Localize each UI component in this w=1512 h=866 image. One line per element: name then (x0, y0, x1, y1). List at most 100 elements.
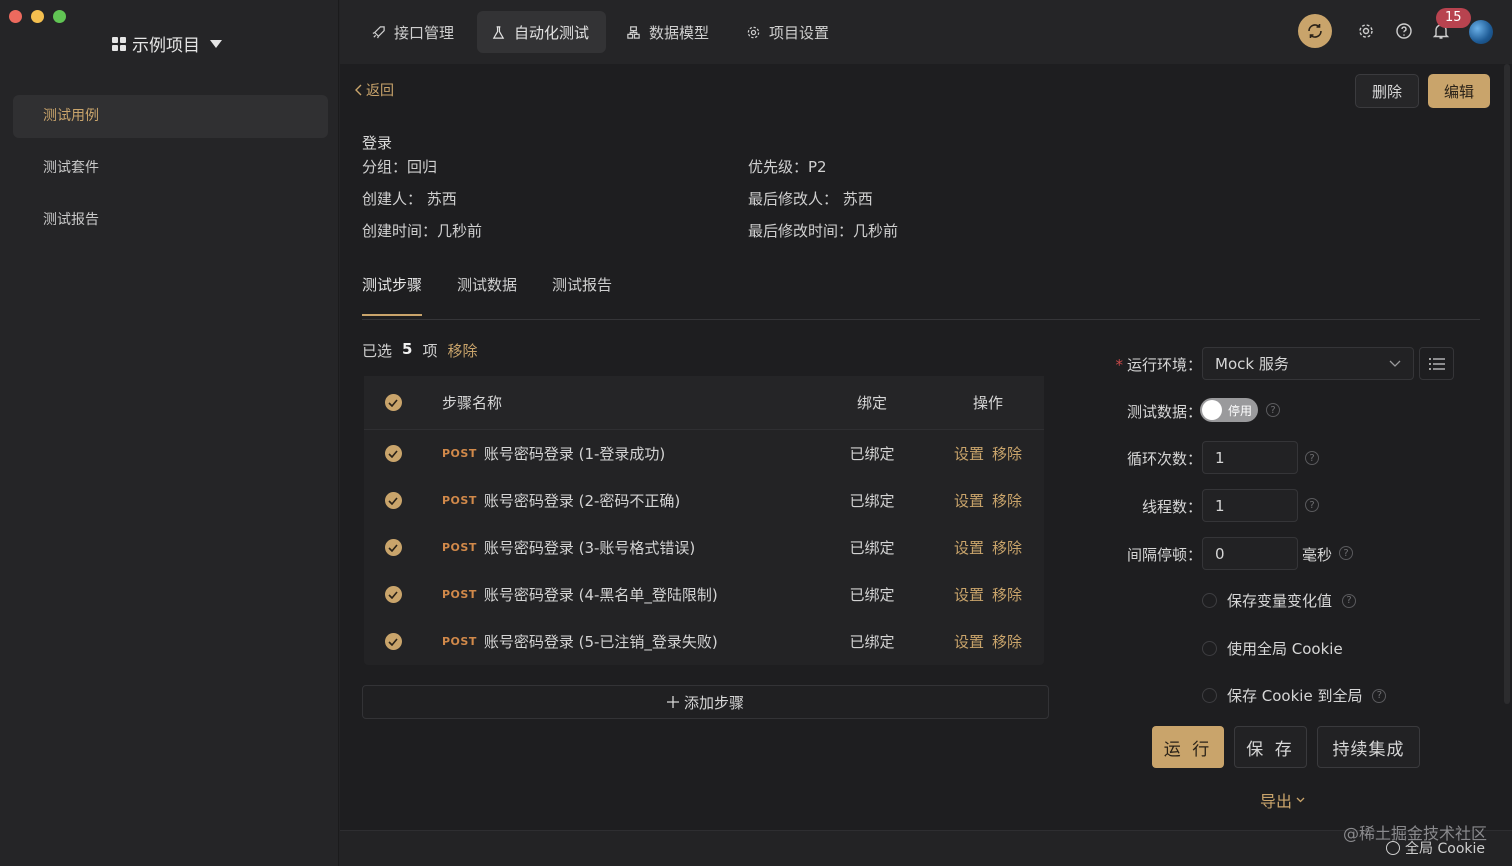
case-modified-time: 最后修改时间：几秒前 (748, 222, 899, 240)
nav-tab-automation-testing[interactable]: 自动化测试 (477, 11, 607, 53)
row-checkbox[interactable] (384, 539, 402, 556)
sidebar-item-test-suites[interactable]: 测试套件 (13, 147, 328, 190)
sidebar-item-test-cases[interactable]: 测试用例 (13, 95, 328, 138)
remove-selected-link[interactable]: 移除 (447, 340, 477, 361)
save-cookie-checkbox[interactable] (1202, 688, 1217, 703)
step-remove-link[interactable]: 移除 (992, 584, 1022, 605)
step-settings-link[interactable]: 设置 (954, 443, 984, 464)
bind-status: 已绑定 (849, 633, 895, 651)
help-icon[interactable]: ? (1372, 688, 1387, 703)
sidebar-item-test-reports[interactable]: 测试报告 (13, 199, 328, 242)
project-switcher[interactable]: 示例项目 (112, 31, 222, 56)
nav-tab-data-model[interactable]: 数据模型 (612, 11, 726, 53)
env-select[interactable]: Mock 服务 (1202, 347, 1414, 380)
env-list-button[interactable] (1419, 347, 1454, 380)
run-button[interactable]: 运 行 (1152, 726, 1224, 768)
bind-status: 已绑定 (849, 445, 895, 463)
threads-input[interactable]: 1 (1202, 489, 1298, 522)
save-vars-checkbox[interactable] (1202, 593, 1217, 608)
nav-tab-project-settings[interactable]: 项目设置 (732, 11, 846, 53)
row-checkbox[interactable] (384, 445, 402, 462)
nav-tab-api-management[interactable]: 接口管理 (357, 11, 471, 53)
export-dropdown[interactable]: 导出 (1260, 788, 1305, 812)
testdata-toggle[interactable]: 停用 (1200, 398, 1258, 422)
loops-input[interactable]: 1 (1202, 441, 1298, 474)
header-bind: 绑定 (856, 394, 887, 412)
chevron-down-icon (1296, 797, 1305, 803)
scrollbar[interactable] (1504, 64, 1510, 704)
step-name: 账号密码登录 (1-登录成功) (483, 445, 666, 463)
select-all-checkbox[interactable] (384, 394, 402, 411)
env-label: * 运行环境： (1115, 356, 1202, 374)
check-icon (388, 637, 398, 646)
selection-count: 5 (402, 340, 413, 358)
step-remove-link[interactable]: 移除 (992, 490, 1022, 511)
testdata-label: 测试数据： (1126, 403, 1202, 421)
selection-suffix: 项 (422, 342, 438, 360)
step-settings-link[interactable]: 设置 (954, 584, 984, 605)
plus-icon (666, 696, 679, 708)
step-settings-link[interactable]: 设置 (954, 490, 984, 511)
case-priority: 优先级：P2 (748, 158, 827, 176)
nav-tab-label: 自动化测试 (514, 23, 590, 42)
help-icon[interactable]: ? (1305, 498, 1319, 512)
help-icon[interactable]: ? (1342, 593, 1357, 608)
nav-tabs: 接口管理 自动化测试 数据模型 项目设置 (357, 11, 846, 53)
http-method: POST (442, 588, 477, 601)
tab-test-data[interactable]: 测试数据 (457, 274, 517, 316)
minimize-window-button[interactable] (31, 10, 44, 23)
interval-label: 间隔停顿： (1126, 546, 1202, 564)
row-checkbox[interactable] (384, 586, 402, 603)
check-icon (388, 543, 398, 552)
back-link[interactable]: 返回 (355, 80, 394, 100)
case-tabs: 测试步骤 测试数据 测试报告 (362, 274, 612, 316)
add-step-button[interactable]: 添加步骤 (362, 685, 1049, 719)
close-window-button[interactable] (9, 10, 22, 23)
project-name: 示例项目 (132, 36, 200, 56)
chevron-left-icon (355, 84, 362, 96)
loops-label: 循环次数： (1126, 450, 1202, 468)
option-save-cookie[interactable]: 保存 Cookie 到全局 ? (1202, 685, 1387, 706)
save-button[interactable]: 保 存 (1234, 726, 1307, 768)
interval-input[interactable]: 0 (1202, 537, 1298, 570)
header-ops: 操作 (972, 394, 1003, 412)
save-vars-label: 保存变量变化值 (1227, 592, 1333, 610)
global-cookie-status-label: 全局 Cookie (1405, 841, 1485, 857)
table-header: 步骤名称 绑定 操作 (364, 376, 1044, 430)
edit-button[interactable]: 编辑 (1428, 74, 1490, 108)
settings-icon[interactable] (1357, 22, 1375, 40)
row-checkbox[interactable] (384, 633, 402, 650)
sync-button[interactable] (1298, 14, 1332, 48)
window-controls (9, 10, 66, 23)
tabs-divider (362, 319, 1480, 320)
step-remove-link[interactable]: 移除 (992, 631, 1022, 652)
toggle-knob (1202, 400, 1222, 420)
option-save-vars[interactable]: 保存变量变化值 ? (1202, 590, 1357, 611)
tab-test-steps[interactable]: 测试步骤 (362, 274, 423, 316)
case-modifier: 最后修改人： 苏西 (748, 190, 873, 208)
case-title: 登录 (362, 134, 393, 152)
help-icon[interactable]: ? (1266, 403, 1280, 417)
zoom-window-button[interactable] (53, 10, 66, 23)
help-icon[interactable]: ? (1339, 546, 1353, 560)
toggle-label: 停用 (1228, 403, 1253, 418)
ci-button[interactable]: 持续集成 (1317, 726, 1420, 768)
avatar[interactable] (1469, 20, 1493, 44)
table-row: POST 账号密码登录 (5-已注销_登录失败) 已绑定 设置 移除 (364, 618, 1044, 665)
help-icon[interactable]: ? (1305, 451, 1319, 465)
nav-tab-label: 数据模型 (649, 23, 710, 42)
step-settings-link[interactable]: 设置 (954, 537, 984, 558)
help-icon[interactable] (1395, 22, 1413, 40)
global-cookie-status[interactable]: 全局 Cookie (1386, 838, 1485, 858)
row-checkbox[interactable] (384, 492, 402, 509)
step-settings-link[interactable]: 设置 (954, 631, 984, 652)
option-global-cookie[interactable]: 使用全局 Cookie (1202, 638, 1343, 659)
step-remove-link[interactable]: 移除 (992, 443, 1022, 464)
step-remove-link[interactable]: 移除 (992, 537, 1022, 558)
nav-tab-label: 接口管理 (394, 23, 455, 42)
delete-button[interactable]: 删除 (1355, 74, 1419, 108)
case-created-time: 创建时间：几秒前 (362, 222, 483, 240)
status-bar (340, 830, 1512, 866)
tab-test-report[interactable]: 测试报告 (552, 274, 612, 316)
global-cookie-checkbox[interactable] (1202, 641, 1217, 656)
